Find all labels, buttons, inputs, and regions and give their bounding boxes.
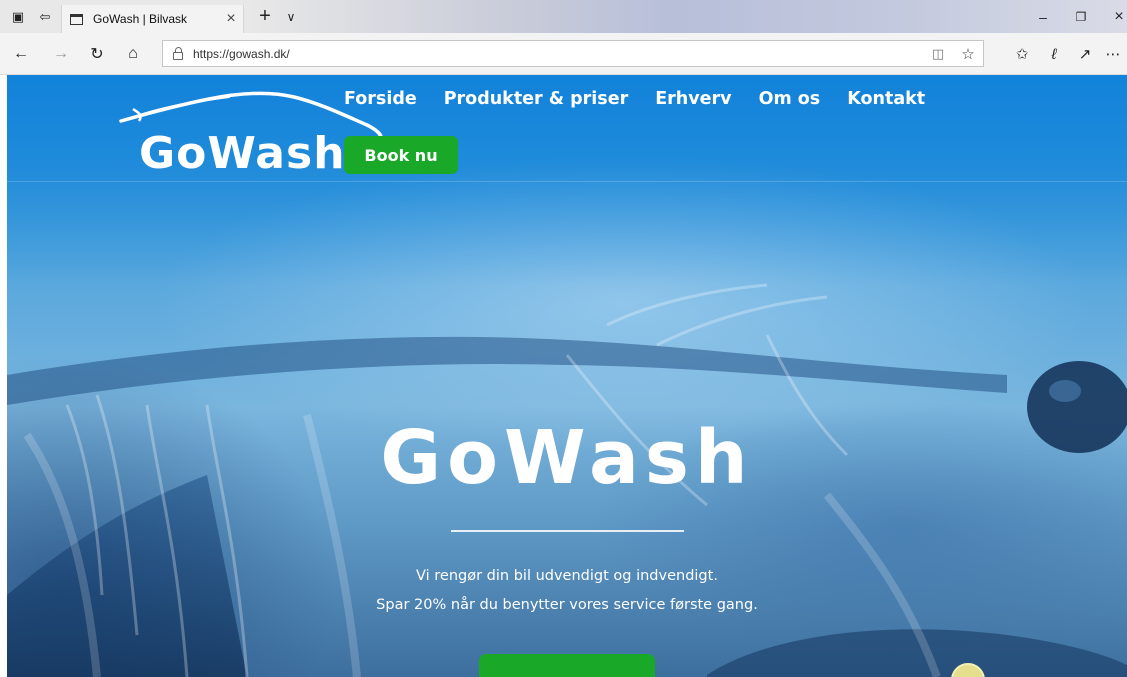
browser-tab[interactable]: GoWash | Bilvask × [61, 5, 244, 33]
url-text: https://gowash.dk/ [193, 46, 290, 61]
hero-subtitle-line-1: Vi rengør din bil udvendigt og indvendig… [416, 568, 718, 584]
header-divider [7, 181, 1127, 182]
home-icon[interactable]: ⌂ [116, 33, 150, 75]
restore-icon[interactable]: ❐ [1062, 0, 1100, 33]
nav-item-forside[interactable]: Forside [344, 89, 417, 109]
page-icon [70, 13, 83, 25]
favorites-hub-icon[interactable]: ✩ [1006, 33, 1038, 75]
minimize-icon[interactable]: – [1024, 0, 1062, 33]
main-navigation: Forside Produkter & priser Erhverv Om os… [344, 89, 925, 109]
more-icon[interactable]: ⋯ [1097, 33, 1127, 75]
close-tab-icon[interactable]: × [219, 10, 243, 28]
nav-item-kontakt[interactable]: Kontakt [847, 89, 925, 109]
refresh-icon[interactable]: ↻ [80, 33, 114, 75]
lock-icon [173, 46, 183, 60]
browser-toolbar: ← → ↻ ⌂ https://gowash.dk/ ◫ ☆ ✩ ℓ ↗ ⋯ [0, 33, 1127, 75]
browser-tab-bar: ▣ ⇦ GoWash | Bilvask × + ∨ – ❐ × [0, 0, 1127, 33]
forward-icon[interactable]: → [44, 33, 78, 75]
back-icon[interactable]: ← [4, 33, 38, 75]
hero-cta-button[interactable] [479, 654, 655, 677]
chevron-down-icon[interactable]: ∨ [276, 0, 306, 33]
tab-actions-icon[interactable]: ▣ [3, 0, 33, 33]
close-window-icon[interactable]: × [1100, 0, 1127, 33]
nav-item-erhverv[interactable]: Erhverv [655, 89, 731, 109]
address-field[interactable]: https://gowash.dk/ ◫ ☆ [162, 40, 984, 67]
book-now-button[interactable]: Book nu [344, 136, 458, 174]
tabs-aside-icon[interactable]: ⇦ [30, 0, 60, 33]
web-note-icon[interactable]: ℓ [1038, 33, 1070, 75]
web-page: GoWash Forside Produkter & priser Erhver… [7, 75, 1127, 677]
hero-title: GoWash [380, 415, 754, 501]
logo-wordmark: GoWash [139, 128, 346, 179]
hero-divider [451, 530, 684, 532]
favorite-star-icon[interactable]: ☆ [953, 45, 983, 63]
nav-item-om-os[interactable]: Om os [759, 89, 821, 109]
hero-subtitle-line-2: Spar 20% når du benytter vores service f… [376, 597, 758, 613]
tab-title: GoWash | Bilvask [93, 12, 188, 26]
nav-item-produkter-priser[interactable]: Produkter & priser [444, 89, 629, 109]
reading-view-icon[interactable]: ◫ [923, 46, 953, 62]
